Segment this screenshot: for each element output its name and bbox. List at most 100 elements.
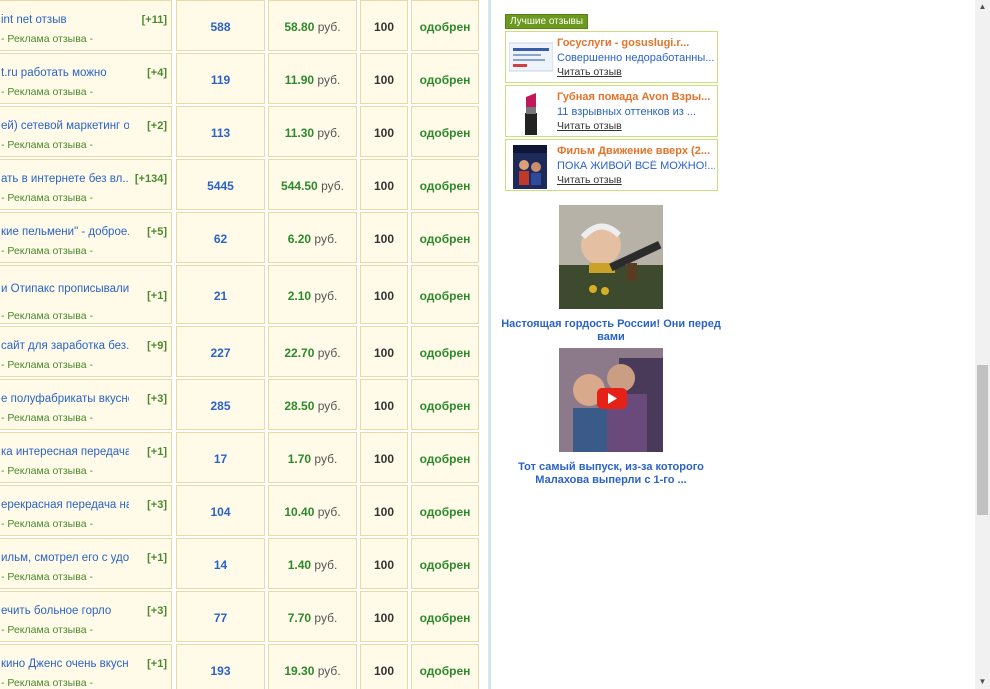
earnings-amount: 19.30 bbox=[284, 663, 315, 678]
status-cell: одобрен bbox=[411, 644, 479, 689]
review-title-link[interactable]: е полуфабрикаты вкусно ... bbox=[1, 393, 129, 405]
read-review-link[interactable]: Читать отзыв bbox=[557, 66, 622, 78]
views-cell: 193 bbox=[176, 644, 265, 689]
table-row: кие пельмени" - доброе... [+5] - Реклама о… bbox=[0, 212, 480, 263]
ad-review-label: - Реклама отзыва - bbox=[1, 518, 93, 530]
status-cell: одобрен bbox=[411, 106, 479, 157]
review-title-link[interactable]: кие пельмени" - доброе... bbox=[1, 226, 129, 238]
views-cell: 227 bbox=[176, 326, 265, 377]
percent-value: 100 bbox=[373, 345, 395, 360]
comment-count: [+3] bbox=[147, 499, 167, 511]
scroll-up-arrow-icon[interactable]: ▲ bbox=[975, 0, 990, 14]
ad-review-link[interactable]: - Реклама отзыва - bbox=[1, 86, 93, 98]
review-title-cell: е полуфабрикаты вкусно ... [+3] - Реклама … bbox=[0, 379, 172, 430]
gosuslugi-thumbnail-icon bbox=[508, 37, 554, 77]
earnings-value: 7.70 руб. bbox=[269, 611, 356, 625]
read-review-link[interactable]: Читать отзыв bbox=[557, 174, 622, 186]
table-row: ерекрасная передача на ... [+3] - Реклама … bbox=[0, 485, 480, 536]
ad-review-label: - Реклама отзыва - bbox=[1, 624, 93, 636]
old-man-with-rifle-photo-icon[interactable] bbox=[559, 205, 663, 309]
review-title-link[interactable]: ка интересная передача,... bbox=[1, 446, 129, 458]
review-snippet[interactable]: ПОКА ЖИВОЙ ВСЁ МОЖНО!... bbox=[557, 160, 715, 172]
earnings-cell: 19.30 руб. bbox=[268, 644, 357, 689]
scroll-down-arrow-icon[interactable]: ▼ bbox=[975, 675, 990, 689]
review-title-link[interactable]: ечить больное горло bbox=[1, 605, 129, 617]
read-review-link[interactable]: Читать отзыв bbox=[557, 120, 622, 132]
table-row: ей) сетевой маркетинг о... [+2] - Реклама … bbox=[0, 106, 480, 157]
review-title-cell: ерекрасная передача на ... [+3] - Реклама … bbox=[0, 485, 172, 536]
views-count: 285 bbox=[210, 398, 231, 413]
scrollbar-thumb[interactable] bbox=[977, 365, 988, 515]
ad-review-link[interactable]: - Реклама отзыва - bbox=[1, 518, 93, 530]
ad-review-link[interactable]: - Реклама отзыва - bbox=[1, 33, 93, 45]
ad-review-link[interactable]: - Реклама отзыва - bbox=[1, 192, 93, 204]
earnings-value: 11.90 руб. bbox=[269, 73, 356, 87]
ad-review-link[interactable]: - Реклама отзыва - bbox=[1, 310, 93, 322]
page-scrollbar[interactable]: ▲ ▼ bbox=[975, 0, 990, 689]
ad-review-link[interactable]: - Реклама отзыва - bbox=[1, 677, 93, 689]
status-cell: одобрен bbox=[411, 265, 479, 324]
earnings-cell: 544.50 руб. bbox=[268, 159, 357, 210]
ad-review-link[interactable]: - Реклама отзыва - bbox=[1, 139, 93, 151]
comment-count: [+5] bbox=[147, 226, 167, 238]
currency-unit: руб. bbox=[314, 288, 338, 303]
status-badge: одобрен bbox=[419, 178, 471, 193]
percent-value: 100 bbox=[373, 72, 395, 87]
reviews-table: int net отзыв [+11] - Реклама отзыва - 588 5… bbox=[0, 0, 480, 689]
views-cell: 104 bbox=[176, 485, 265, 536]
review-title[interactable]: Фильм Движение вверх (2... bbox=[557, 145, 715, 157]
best-review-card[interactable]: Госуслуги - gosuslugi.r... Совершенно не… bbox=[505, 31, 718, 83]
review-snippet[interactable]: Совершенно недоработанны... bbox=[557, 52, 715, 64]
best-review-card[interactable]: Фильм Движение вверх (2... ПОКА ЖИВОЙ ВС… bbox=[505, 139, 718, 191]
percent-cell: 100 bbox=[360, 106, 408, 157]
earnings-value: 28.50 руб. bbox=[269, 399, 356, 413]
review-title-link[interactable]: ильм, смотрел его с удов... bbox=[1, 552, 129, 564]
review-title[interactable]: Губная помада Avon Взры... bbox=[557, 91, 715, 103]
earnings-cell: 58.80 руб. bbox=[268, 0, 357, 51]
ad-review-link[interactable]: - Реклама отзыва - bbox=[1, 359, 93, 371]
earnings-cell: 11.30 руб. bbox=[268, 106, 357, 157]
ad-review-link[interactable]: - Реклама отзыва - bbox=[1, 245, 93, 257]
ad-review-link[interactable]: - Реклама отзыва - bbox=[1, 624, 93, 636]
percent-cell: 100 bbox=[360, 326, 408, 377]
percent-cell: 100 bbox=[360, 644, 408, 689]
ad-review-link[interactable]: - Реклама отзыва - bbox=[1, 412, 93, 424]
percent-value: 100 bbox=[373, 231, 395, 246]
ad-review-link[interactable]: - Реклама отзыва - bbox=[1, 465, 93, 477]
earnings-amount: 22.70 bbox=[284, 345, 315, 360]
earnings-amount: 1.40 bbox=[287, 557, 312, 572]
review-title-link[interactable]: и Отипакс прописывали bbox=[1, 283, 129, 295]
review-title[interactable]: Госуслуги - gosuslugi.r... bbox=[557, 37, 715, 49]
earnings-amount: 2.10 bbox=[287, 288, 312, 303]
review-snippet[interactable]: 11 взрывных оттенков из ... bbox=[557, 106, 715, 118]
percent-cell: 100 bbox=[360, 212, 408, 263]
status-badge: одобрен bbox=[419, 504, 471, 519]
review-title-link[interactable]: ей) сетевой маркетинг о... bbox=[1, 120, 129, 132]
table-row: int net отзыв [+11] - Реклама отзыва - 588 5… bbox=[0, 0, 480, 51]
ad-review-label: - Реклама отзыва - bbox=[1, 677, 93, 689]
review-title-link[interactable]: int net отзыв bbox=[1, 14, 129, 26]
status-badge: одобрен bbox=[419, 557, 471, 572]
comment-count: [+134] bbox=[134, 173, 167, 185]
ad-review-link[interactable]: - Реклама отзыва - bbox=[1, 571, 93, 583]
review-title-link[interactable]: кино Дженс очень вкусно... bbox=[1, 658, 129, 670]
review-title-link[interactable]: ать в интернете без вл... bbox=[1, 173, 129, 185]
percent-cell: 100 bbox=[360, 53, 408, 104]
review-title-link[interactable]: сайт для заработка без... bbox=[1, 340, 129, 352]
percent-value: 100 bbox=[373, 451, 395, 466]
tv-show-video-thumbnail-icon[interactable] bbox=[559, 348, 663, 452]
promo-caption[interactable]: Настоящая гордость России! Они перед вам… bbox=[501, 318, 721, 344]
percent-cell: 100 bbox=[360, 159, 408, 210]
earnings-value: 10.40 руб. bbox=[269, 505, 356, 519]
percent-cell: 100 bbox=[360, 379, 408, 430]
comment-count: [+11] bbox=[141, 14, 167, 26]
currency-unit: руб. bbox=[321, 178, 344, 193]
earnings-cell: 10.40 руб. bbox=[268, 485, 357, 536]
status-badge: одобрен bbox=[419, 398, 471, 413]
status-cell: одобрен bbox=[411, 432, 479, 483]
promo-caption[interactable]: Тот самый выпуск, из-за которого Малахов… bbox=[501, 461, 721, 487]
earnings-cell: 2.10 руб. bbox=[268, 265, 357, 324]
review-title-link[interactable]: t.ru работать можно bbox=[1, 67, 129, 79]
best-review-card[interactable]: Губная помада Avon Взры... 11 взрывных о… bbox=[505, 85, 718, 137]
review-title-link[interactable]: ерекрасная передача на ... bbox=[1, 499, 129, 511]
